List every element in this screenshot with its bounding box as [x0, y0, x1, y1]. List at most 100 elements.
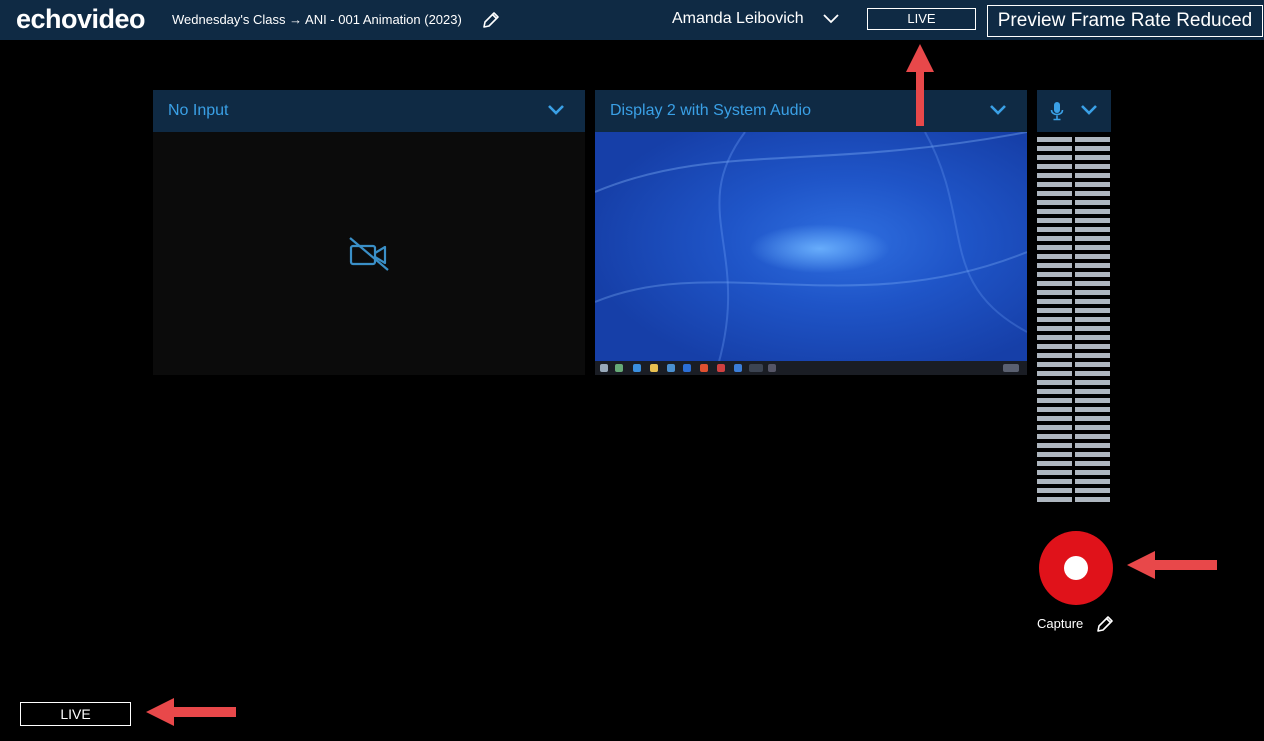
meter-segment	[1075, 452, 1110, 457]
meter-segment	[1037, 146, 1072, 151]
chevron-down-icon[interactable]	[989, 103, 1007, 117]
meter-segment	[1075, 146, 1110, 151]
meter-segment	[1075, 479, 1110, 484]
microphone-icon	[1050, 102, 1064, 121]
echovideo-logo: echovideo	[16, 4, 146, 34]
meter-segment	[1037, 380, 1072, 385]
meter-segment	[1075, 200, 1110, 205]
meter-segment	[1037, 272, 1072, 277]
meter-segment	[1037, 479, 1072, 484]
meter-segment	[1075, 209, 1110, 214]
meter-segment	[1075, 137, 1110, 142]
meter-segment	[1037, 443, 1072, 448]
meter-segment	[1037, 389, 1072, 394]
meter-segment	[1037, 137, 1072, 142]
meter-segment	[1075, 227, 1110, 232]
annotation-arrow-up	[906, 44, 934, 126]
meter-segment	[1037, 416, 1072, 421]
meter-segment	[1037, 434, 1072, 439]
meter-segment	[1075, 317, 1110, 322]
source-1-header[interactable]: No Input	[153, 90, 585, 132]
live-status-badge-bottom: LIVE	[20, 702, 131, 726]
meter-segment	[1037, 398, 1072, 403]
preview-frame-rate-notice: Preview Frame Rate Reduced	[987, 5, 1263, 37]
meter-segment	[1075, 236, 1110, 241]
meter-segment	[1075, 371, 1110, 376]
live-status-badge: LIVE	[867, 8, 976, 30]
meter-segment	[1075, 335, 1110, 340]
annotation-arrow-left-bottom	[146, 698, 236, 726]
meter-segment	[1075, 461, 1110, 466]
meter-segment	[1037, 209, 1072, 214]
meter-segment	[1037, 335, 1072, 340]
meter-segment	[1037, 290, 1072, 295]
meter-segment	[1037, 227, 1072, 232]
pencil-icon[interactable]	[1095, 614, 1115, 634]
meter-segment	[1075, 416, 1110, 421]
source-2-title: Display 2 with System Audio	[610, 102, 811, 119]
meter-segment	[1037, 182, 1072, 187]
meter-segment	[1075, 470, 1110, 475]
meter-segment	[1037, 362, 1072, 367]
video-off-icon	[349, 237, 389, 271]
meter-segment	[1075, 155, 1110, 160]
meter-segment	[1037, 155, 1072, 160]
meter-segment	[1075, 425, 1110, 430]
meter-segment	[1075, 218, 1110, 223]
meter-segment	[1037, 164, 1072, 169]
annotation-arrow-left	[1127, 551, 1217, 579]
meter-segment	[1075, 353, 1110, 358]
meter-segment	[1075, 245, 1110, 250]
meter-segment	[1075, 497, 1110, 502]
meter-segment	[1075, 443, 1110, 448]
meter-segment	[1037, 263, 1072, 268]
meter-segment	[1075, 164, 1110, 169]
meter-segment	[1075, 182, 1110, 187]
meter-segment	[1037, 425, 1072, 430]
meter-segment	[1037, 308, 1072, 313]
chevron-down-icon[interactable]	[547, 103, 565, 117]
meter-segment	[1075, 272, 1110, 277]
meter-segment	[1037, 371, 1072, 376]
meter-segment	[1037, 407, 1072, 412]
meter-segment	[1037, 497, 1072, 502]
source-2-header[interactable]: Display 2 with System Audio	[595, 90, 1027, 132]
meter-segment	[1037, 353, 1072, 358]
meter-segment	[1075, 254, 1110, 259]
meter-segment	[1075, 263, 1110, 268]
meter-segment	[1075, 326, 1110, 331]
meter-segment	[1037, 218, 1072, 223]
meter-left-channel	[1037, 137, 1072, 505]
meter-segment	[1037, 236, 1072, 241]
taskbar	[595, 361, 1027, 375]
chevron-down-icon[interactable]	[822, 12, 840, 26]
display-preview	[595, 132, 1027, 375]
record-dot	[1064, 556, 1088, 580]
meter-segment	[1037, 245, 1072, 250]
pencil-icon[interactable]	[481, 10, 501, 30]
meter-segment	[1075, 488, 1110, 493]
meter-segment	[1075, 173, 1110, 178]
meter-segment	[1037, 299, 1072, 304]
meter-segment	[1075, 344, 1110, 349]
meter-segment	[1037, 191, 1072, 196]
meter-segment	[1037, 461, 1072, 466]
breadcrumb: Wednesday's Class → ANI - 001 Animation …	[172, 12, 462, 27]
meter-segment	[1037, 470, 1072, 475]
chevron-down-icon[interactable]	[1080, 103, 1098, 117]
meter-segment	[1037, 344, 1072, 349]
audio-level-meter	[1037, 137, 1111, 505]
meter-segment	[1075, 380, 1110, 385]
meter-segment	[1075, 308, 1110, 313]
source-1-title: No Input	[168, 102, 229, 119]
meter-segment	[1037, 254, 1072, 259]
meter-segment	[1037, 488, 1072, 493]
user-menu[interactable]: Amanda Leibovich	[672, 10, 804, 28]
meter-segment	[1037, 173, 1072, 178]
meter-segment	[1075, 362, 1110, 367]
record-button[interactable]	[1039, 531, 1113, 605]
meter-segment	[1075, 281, 1110, 286]
meter-segment	[1037, 317, 1072, 322]
meter-segment	[1075, 290, 1110, 295]
audio-source-header[interactable]	[1037, 90, 1111, 132]
